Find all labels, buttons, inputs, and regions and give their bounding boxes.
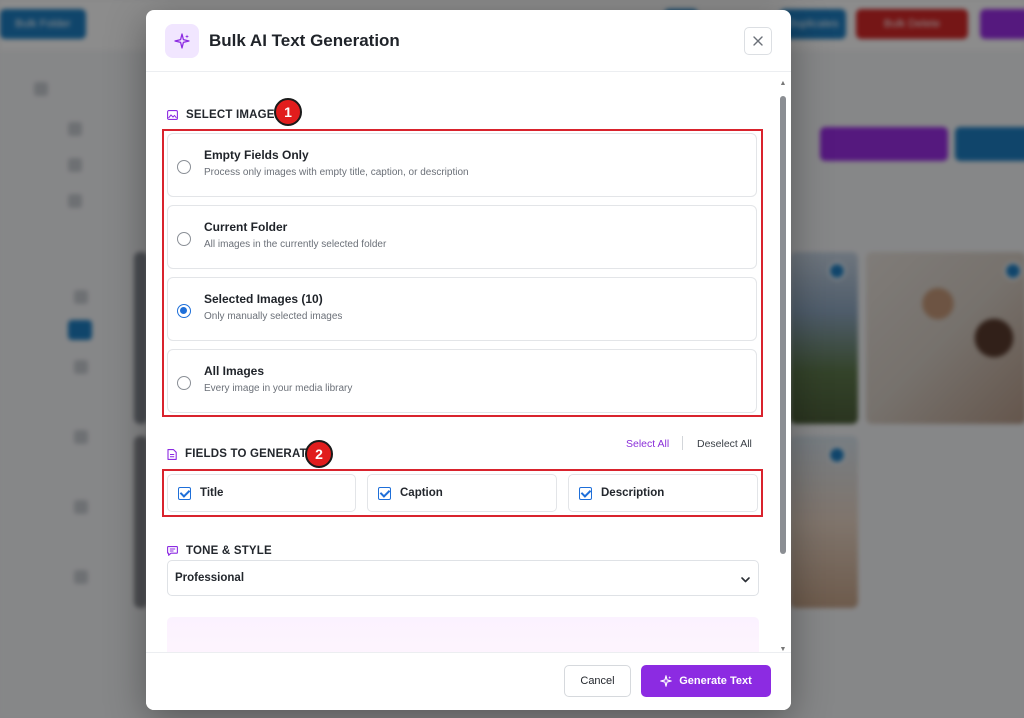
scrollbar-thumb[interactable] xyxy=(780,96,786,554)
generate-text-button[interactable]: Generate Text xyxy=(641,665,771,697)
field-label: Caption xyxy=(400,487,443,499)
radio-current-folder[interactable] xyxy=(177,232,191,246)
option-all-images[interactable]: All Images Every image in your media lib… xyxy=(167,349,757,413)
info-panel xyxy=(167,617,759,652)
modal-body: SELECT IMAGES 1 Empty Fields Only Proces… xyxy=(146,72,791,652)
fields-heading: FIELDS TO GENERATE xyxy=(167,448,315,460)
option-description: All images in the currently selected fol… xyxy=(204,239,387,250)
checkbox-title[interactable] xyxy=(178,487,191,500)
step-badge-1: 1 xyxy=(274,98,302,126)
cancel-button[interactable]: Cancel xyxy=(564,665,631,697)
document-icon xyxy=(167,448,177,460)
option-current-folder[interactable]: Current Folder All images in the current… xyxy=(167,205,757,269)
option-title: All Images xyxy=(204,364,265,378)
field-label: Title xyxy=(200,487,224,499)
step-badge-2: 2 xyxy=(305,440,333,468)
checkbox-caption[interactable] xyxy=(378,487,391,500)
option-title: Current Folder xyxy=(204,220,288,234)
generate-text-label: Generate Text xyxy=(679,675,752,687)
option-empty-fields[interactable]: Empty Fields Only Process only images wi… xyxy=(167,133,757,197)
option-title: Empty Fields Only xyxy=(204,148,309,162)
option-description: Process only images with empty title, ca… xyxy=(204,167,469,178)
modal-title: Bulk AI Text Generation xyxy=(209,31,400,50)
sparkle-icon xyxy=(660,675,673,687)
modal-footer: Cancel Generate Text xyxy=(146,652,791,710)
field-caption[interactable]: Caption xyxy=(367,474,557,512)
chat-icon xyxy=(167,546,178,556)
modal-header: Bulk AI Text Generation xyxy=(146,10,791,72)
tone-select[interactable]: Professional xyxy=(167,560,759,596)
option-description: Every image in your media library xyxy=(204,383,353,394)
scroll-up-arrow-icon[interactable]: ▲ xyxy=(779,80,787,88)
checkbox-description[interactable] xyxy=(579,487,592,500)
tone-selected-value: Professional xyxy=(175,572,245,584)
field-title[interactable]: Title xyxy=(167,474,356,512)
option-selected-images[interactable]: Selected Images (10) Only manually selec… xyxy=(167,277,757,341)
sparkle-icon xyxy=(165,24,199,58)
tone-label: TONE & STYLE xyxy=(186,545,272,557)
option-title: Selected Images (10) xyxy=(204,292,323,306)
select-all-link[interactable]: Select All xyxy=(626,438,669,450)
link-divider xyxy=(682,436,683,450)
fields-label: FIELDS TO GENERATE xyxy=(185,448,315,460)
tone-heading: TONE & STYLE xyxy=(167,545,272,557)
image-icon xyxy=(167,110,178,120)
chevron-down-icon xyxy=(740,572,751,590)
select-images-heading: SELECT IMAGES xyxy=(167,109,283,121)
modal-scrollbar[interactable]: ▲ ▼ xyxy=(779,80,787,654)
field-description[interactable]: Description xyxy=(568,474,758,512)
close-button[interactable] xyxy=(744,27,772,55)
bulk-ai-modal: Bulk AI Text Generation SELECT IMAGES 1 … xyxy=(146,10,791,710)
radio-empty-fields[interactable] xyxy=(177,160,191,174)
select-images-label: SELECT IMAGES xyxy=(186,109,283,121)
radio-all-images[interactable] xyxy=(177,376,191,390)
option-description: Only manually selected images xyxy=(204,311,343,322)
radio-selected-images[interactable] xyxy=(177,304,191,318)
close-icon xyxy=(753,36,763,46)
deselect-all-link[interactable]: Deselect All xyxy=(697,438,752,450)
field-label: Description xyxy=(601,487,665,499)
